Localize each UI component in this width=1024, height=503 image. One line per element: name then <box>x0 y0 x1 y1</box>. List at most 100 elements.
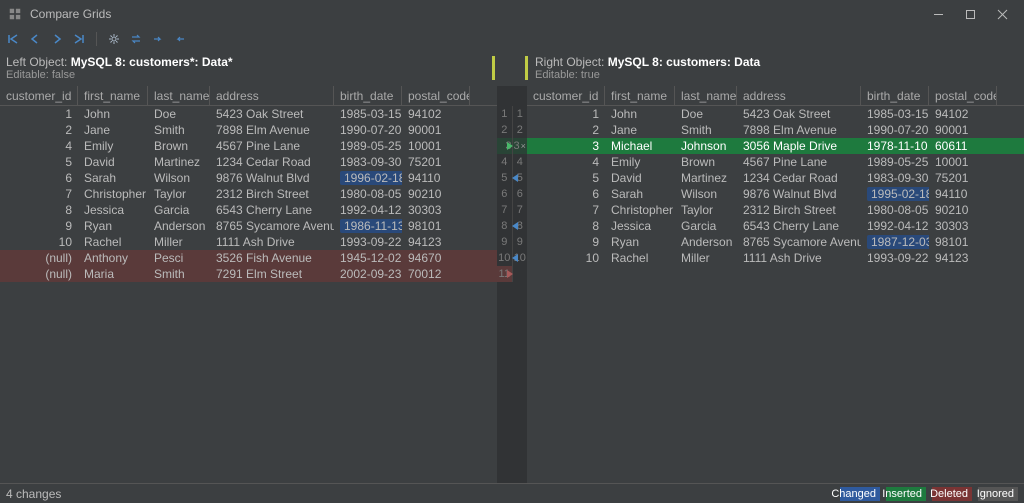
gutter-row-right[interactable]: 5 <box>513 170 528 186</box>
first-diff-button[interactable] <box>4 30 22 48</box>
legend-ignored: Ignored <box>978 487 1018 501</box>
cell: 3056 Maple Drive <box>737 139 861 153</box>
diff-gutter[interactable]: 112233×445566778899101011 <box>497 86 527 483</box>
next-diff-button[interactable] <box>48 30 66 48</box>
gutter-spacer <box>495 50 525 86</box>
cell: Smith <box>148 267 210 281</box>
gutter-row-left[interactable]: 5 <box>497 170 513 186</box>
cell: 1986-11-13 <box>334 219 402 233</box>
table-row[interactable]: 5DavidMartinez1234 Cedar Road1983-09-307… <box>0 154 497 170</box>
cell: 5 <box>527 171 605 185</box>
table-row[interactable]: 3MichaelJohnson3056 Maple Drive1978-11-1… <box>527 138 1024 154</box>
column-header[interactable]: last_name <box>675 86 737 105</box>
column-header[interactable]: postal_code <box>929 86 997 105</box>
cell: 1993-09-22 <box>334 235 402 249</box>
cell: 94123 <box>402 235 470 249</box>
last-diff-button[interactable] <box>70 30 88 48</box>
gutter-row-right[interactable]: 6 <box>513 186 528 202</box>
table-row[interactable]: 4EmilyBrown4567 Pine Lane1989-05-2510001 <box>527 154 1024 170</box>
gutter-row-right[interactable] <box>513 266 528 282</box>
cell: Taylor <box>148 187 210 201</box>
cell: Martinez <box>675 171 737 185</box>
gutter-row-left[interactable]: 4 <box>497 154 513 170</box>
cell: John <box>605 107 675 121</box>
cell: Christopher <box>78 187 148 201</box>
column-header[interactable]: first_name <box>78 86 148 105</box>
table-row[interactable]: 2JaneSmith7898 Elm Avenue1990-07-2090001 <box>527 122 1024 138</box>
swap-button[interactable] <box>127 30 145 48</box>
gutter-row-right[interactable]: 3× <box>513 138 528 154</box>
minimize-button[interactable] <box>924 2 952 26</box>
column-header[interactable]: last_name <box>148 86 210 105</box>
right-grid-pane[interactable]: customer_idfirst_namelast_nameaddressbir… <box>527 86 1024 483</box>
table-row[interactable]: 7ChristopherTaylor2312 Birch Street1980-… <box>0 186 497 202</box>
cell: 1987-12-03 <box>861 235 929 249</box>
gutter-row-right[interactable]: 9 <box>513 234 528 250</box>
table-row[interactable]: 8JessicaGarcia6543 Cherry Lane1992-04-12… <box>0 202 497 218</box>
table-row[interactable]: 4EmilyBrown4567 Pine Lane1989-05-2510001 <box>0 138 497 154</box>
gutter-row-right[interactable]: 1 <box>513 106 528 122</box>
gutter-row-left[interactable]: 6 <box>497 186 513 202</box>
right-object-info: Right Object: MySQL 8: customers: Data E… <box>525 50 1024 86</box>
right-object-name: MySQL 8: customers: Data <box>608 55 761 69</box>
table-row[interactable]: 9RyanAnderson8765 Sycamore Avenue1986-11… <box>0 218 497 234</box>
table-row[interactable]: 10RachelMiller1111 Ash Drive1993-09-2294… <box>0 234 497 250</box>
table-row[interactable]: 5DavidMartinez1234 Cedar Road1983-09-307… <box>527 170 1024 186</box>
cell: Anderson <box>148 219 210 233</box>
settings-button[interactable] <box>105 30 123 48</box>
table-row[interactable]: 1JohnDoe5423 Oak Street1985-03-1594102 <box>527 106 1024 122</box>
table-row[interactable]: 10RachelMiller1111 Ash Drive1993-09-2294… <box>527 250 1024 266</box>
gutter-row-left[interactable]: 3 <box>497 138 513 154</box>
left-grid-pane[interactable]: customer_idfirst_namelast_nameaddressbir… <box>0 86 497 483</box>
table-row[interactable]: 1JohnDoe5423 Oak Street1985-03-1594102 <box>0 106 497 122</box>
table-row[interactable]: (null)AnthonyPesci3526 Fish Avenue1945-1… <box>0 250 497 266</box>
gutter-row-left[interactable]: 1 <box>497 106 513 122</box>
column-header[interactable]: postal_code <box>402 86 470 105</box>
column-header[interactable]: customer_id <box>0 86 78 105</box>
cell: 7898 Elm Avenue <box>737 123 861 137</box>
table-row[interactable]: (null)MariaSmith7291 Elm Street2002-09-2… <box>0 266 497 282</box>
cell: 8 <box>527 219 605 233</box>
gutter-row-left[interactable]: 9 <box>497 234 513 250</box>
table-row[interactable]: 2JaneSmith7898 Elm Avenue1990-07-2090001 <box>0 122 497 138</box>
column-header[interactable]: address <box>737 86 861 105</box>
gutter-row-right[interactable]: 8 <box>513 218 528 234</box>
close-button[interactable] <box>988 2 1016 26</box>
cell: 4 <box>527 155 605 169</box>
toolbar-separator <box>96 32 97 46</box>
column-header[interactable]: birth_date <box>334 86 402 105</box>
apply-right-button[interactable] <box>149 30 167 48</box>
main-area: customer_idfirst_namelast_nameaddressbir… <box>0 86 1024 483</box>
left-highlight-marker <box>492 56 495 80</box>
cell: Miller <box>675 251 737 265</box>
table-row[interactable]: 6SarahWilson9876 Walnut Blvd1996-02-1894… <box>0 170 497 186</box>
cell: 1945-12-02 <box>334 251 402 265</box>
gutter-row-right[interactable]: 7 <box>513 202 528 218</box>
column-header[interactable]: customer_id <box>527 86 605 105</box>
cell: 75201 <box>402 155 470 169</box>
cell: Ryan <box>78 219 148 233</box>
gutter-row-left[interactable]: 2 <box>497 122 513 138</box>
cell: Wilson <box>148 171 210 185</box>
table-row[interactable]: 7ChristopherTaylor2312 Birch Street1980-… <box>527 202 1024 218</box>
cell: Emily <box>78 139 148 153</box>
cell: 94110 <box>929 187 997 201</box>
gutter-row-left[interactable]: 10 <box>497 250 513 266</box>
gutter-row-left[interactable]: 7 <box>497 202 513 218</box>
column-header[interactable]: birth_date <box>861 86 929 105</box>
column-header[interactable]: first_name <box>605 86 675 105</box>
cell: 9 <box>0 219 78 233</box>
table-row[interactable]: 8JessicaGarcia6543 Cherry Lane1992-04-12… <box>527 218 1024 234</box>
gutter-row-left[interactable]: 8 <box>497 218 513 234</box>
apply-left-button[interactable] <box>171 30 189 48</box>
gutter-row-left[interactable]: 11 <box>497 266 513 282</box>
table-row[interactable]: 6SarahWilson9876 Walnut Blvd1995-02-1894… <box>527 186 1024 202</box>
prev-diff-button[interactable] <box>26 30 44 48</box>
gutter-row-right[interactable]: 4 <box>513 154 528 170</box>
cell: 2 <box>0 123 78 137</box>
column-header[interactable]: address <box>210 86 334 105</box>
gutter-row-right[interactable]: 10 <box>513 250 528 266</box>
table-row[interactable]: 9RyanAnderson8765 Sycamore Avenue1987-12… <box>527 234 1024 250</box>
maximize-button[interactable] <box>956 2 984 26</box>
gutter-row-right[interactable]: 2 <box>513 122 528 138</box>
